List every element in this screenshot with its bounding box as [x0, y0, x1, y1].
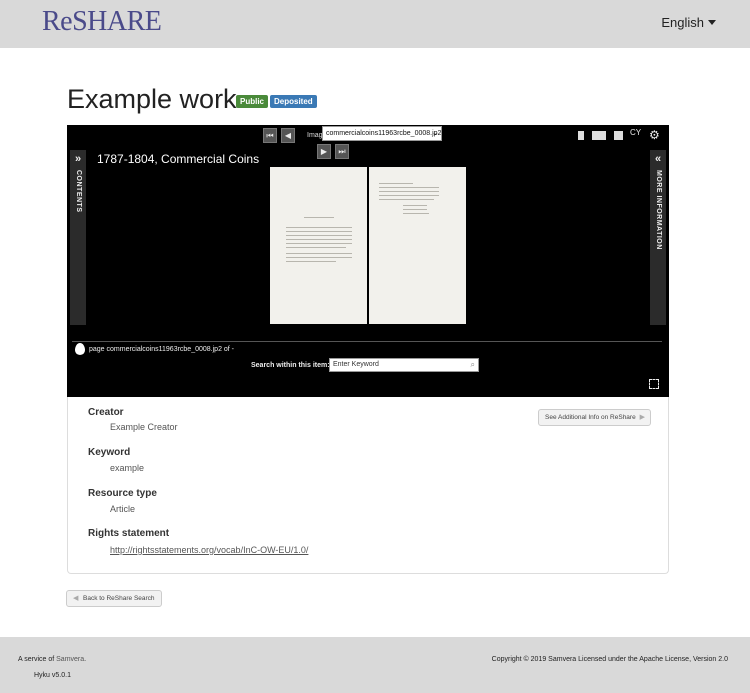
back-to-search-button[interactable]: ◀ Back to ReShare Search [66, 590, 162, 607]
first-page-button[interactable]: ⏮ [263, 128, 277, 143]
resource-type-label: Resource type [88, 488, 157, 499]
chevron-right-icon: ▶ [639, 414, 645, 421]
copyright-link[interactable]: Copyright © 2019 Samvera [492, 656, 577, 663]
one-up-view-icon[interactable] [578, 131, 584, 140]
page-marker-icon [75, 343, 85, 355]
rights-statement-label: Rights statement [88, 528, 170, 539]
metadata-panel: See Additional Info on ReShare ▶ Creator … [67, 397, 669, 574]
see-additional-info-label: See Additional Info on ReShare [545, 414, 636, 421]
creator-label: Creator [88, 407, 124, 418]
page-status: page commercialcoins11963rcbe_0008.jp2 o… [89, 346, 235, 353]
language-dropdown[interactable]: English [661, 15, 716, 30]
language-label: English [661, 15, 704, 30]
expand-right-icon: » [74, 153, 82, 165]
viewer-caption: 1787-1804, Commercial Coins [97, 152, 260, 166]
universal-viewer: ⏮ ◀ Image commercialcoins11963rcbe_0008.… [67, 125, 669, 397]
creator-value: Example Creator [110, 422, 178, 432]
top-bar: ReSHARE English [0, 0, 750, 48]
page-title: Example work [67, 84, 237, 114]
license-text: Licensed under the Apache License, Versi… [578, 656, 728, 663]
gallery-view-icon[interactable] [614, 131, 623, 140]
search-within-input[interactable]: Enter Keyword ⌕ [329, 358, 479, 372]
search-icon[interactable]: ⌕ [471, 359, 475, 371]
more-information-panel-toggle[interactable]: « MORE INFORMATION [650, 150, 666, 325]
search-within-label: Search within this item: [251, 362, 330, 369]
reshare-logo[interactable]: ReSHARE [42, 6, 162, 38]
keyword-value: example [110, 463, 145, 473]
footer: A service of Samvera. Hyku v5.0.1 Copyri… [0, 637, 750, 693]
last-page-button[interactable]: ⏭ [335, 144, 349, 159]
footer-copyright: Copyright © 2019 Samvera Licensed under … [492, 656, 728, 663]
document-page-left[interactable] [270, 167, 367, 324]
rights-statement-link[interactable]: http://rightsstatements.org/vocab/InC-OW… [110, 545, 308, 555]
image-select-value: commercialcoins11963rcbe_0008.jp2 [326, 130, 442, 137]
image-select[interactable]: commercialcoins11963rcbe_0008.jp2 ⌄ [322, 126, 442, 141]
resource-type-value: Article [110, 504, 136, 514]
chevron-down-icon [708, 20, 716, 25]
next-page-button[interactable]: ▶ [317, 144, 331, 159]
document-page-right[interactable] [369, 167, 466, 324]
contents-label: CONTENTS [75, 170, 82, 213]
more-information-label: MORE INFORMATION [655, 170, 662, 250]
expand-left-icon: « [654, 153, 662, 165]
chevron-left-icon: ◀ [73, 595, 79, 602]
deposited-badge: Deposited [270, 95, 317, 108]
footer-service-suffix: . [84, 656, 87, 663]
language-toggle-cy[interactable]: CY [630, 128, 641, 137]
previous-page-button[interactable]: ◀ [281, 128, 295, 143]
public-badge: Public [236, 95, 269, 108]
fullscreen-icon[interactable] [649, 379, 659, 389]
contents-panel-toggle[interactable]: » CONTENTS [70, 150, 86, 325]
footer-service-prefix: A service of [18, 656, 55, 663]
samvera-link[interactable]: Samvera [56, 656, 84, 663]
back-to-search-label: Back to ReShare Search [83, 595, 155, 602]
viewer-divider [72, 341, 662, 342]
keyword-label: Keyword [88, 447, 131, 458]
search-placeholder: Enter Keyword [333, 361, 379, 368]
chevron-down-icon: ⌄ [432, 130, 438, 137]
footer-version: Hyku v5.0.1 [34, 672, 71, 679]
gear-icon[interactable]: ⚙ [649, 128, 660, 142]
footer-service: A service of Samvera. [18, 656, 86, 663]
two-up-view-icon[interactable] [592, 131, 606, 140]
see-additional-info-button[interactable]: See Additional Info on ReShare ▶ [538, 409, 651, 426]
